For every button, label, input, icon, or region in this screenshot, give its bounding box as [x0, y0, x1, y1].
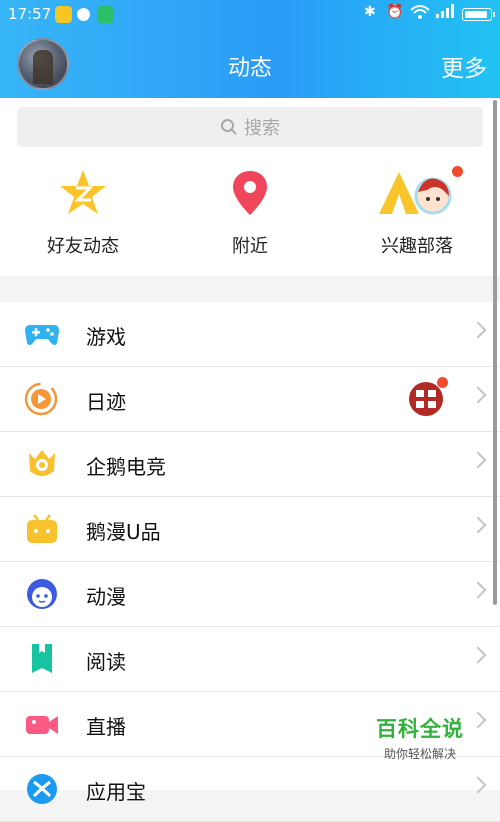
- chevron-right-icon: [469, 646, 487, 664]
- watermark: 百科全说 助你轻松解决: [376, 713, 464, 762]
- anime-face-icon: [27, 579, 57, 609]
- notification-wechat-icon: [97, 6, 114, 23]
- menu-item-label: 鹅漫U品: [86, 520, 161, 544]
- menu-item-esports[interactable]: 企鹅电竞: [0, 432, 500, 497]
- chevron-right-icon: [469, 451, 487, 469]
- section-divider: [0, 276, 500, 302]
- alarm-icon: ⏰: [386, 4, 404, 20]
- gamepad-icon: [25, 325, 59, 345]
- menu-item-label: 游戏: [86, 325, 126, 349]
- notification-chat-icon: [77, 8, 90, 21]
- notification-dot: [437, 377, 448, 388]
- quick-friends-feed[interactable]: 好友动态: [3, 168, 163, 258]
- quick-label: 附近: [232, 236, 268, 257]
- search-placeholder: 搜索: [244, 118, 280, 139]
- signal-icon: [436, 4, 454, 22]
- quick-label: 好友动态: [47, 236, 119, 257]
- status-time: 17:57: [8, 5, 52, 23]
- chevron-right-icon: [469, 711, 487, 729]
- menu-item-label: 直播: [86, 715, 126, 739]
- bluetooth-icon: ✱: [364, 4, 376, 20]
- tribe-tent-icon: [379, 172, 452, 215]
- menu-item-label: 动漫: [86, 585, 126, 609]
- watermark-subtitle: 助你轻松解决: [383, 747, 456, 761]
- qzone-star-icon: [60, 170, 106, 214]
- chevron-right-icon: [469, 386, 487, 404]
- top-header: 17:57 ✱ ⏰ 动态 更多: [0, 0, 500, 98]
- app-store-icon: [27, 774, 57, 804]
- book-icon: [32, 644, 52, 673]
- menu-item-reading[interactable]: 阅读: [0, 627, 500, 692]
- video-camera-icon: [26, 716, 58, 734]
- menu-item-label: 企鹅电竞: [86, 455, 166, 479]
- menu-item-anime[interactable]: 动漫: [0, 562, 500, 627]
- location-pin-icon: [233, 171, 267, 215]
- menu-item-game[interactable]: 游戏: [0, 302, 500, 367]
- menu-item-label: 应用宝: [86, 780, 146, 804]
- chevron-right-icon: [469, 516, 487, 534]
- page-title: 动态: [227, 56, 272, 81]
- menu-item-label: 日迹: [86, 390, 126, 414]
- chevron-right-icon: [469, 776, 487, 794]
- quick-interest-tribe[interactable]: 兴趣部落: [337, 166, 497, 258]
- wifi-icon: [410, 4, 430, 24]
- battery-icon: [462, 8, 495, 21]
- chevron-right-icon: [469, 581, 487, 599]
- main-content: 搜索 好友动态 附近 兴趣部落 游戏 日迹 企鹅电竞 鹅漫U品 动漫 阅读 直播…: [0, 98, 500, 822]
- play-circle-icon: [24, 382, 58, 416]
- menu-item-u-products[interactable]: 鹅漫U品: [0, 497, 500, 562]
- more-button[interactable]: 更多: [441, 49, 487, 83]
- watermark-title: 百科全说: [376, 717, 464, 741]
- menu-item-daily-trace[interactable]: 日迹: [0, 367, 500, 432]
- tv-box-icon: [27, 514, 57, 543]
- notification-app-icon: [55, 6, 72, 23]
- quick-nearby[interactable]: 附近: [170, 168, 330, 258]
- menu-item-label: 阅读: [86, 650, 126, 674]
- search-icon: [221, 119, 237, 135]
- chevron-right-icon: [469, 321, 487, 339]
- scrollbar[interactable]: [493, 100, 497, 605]
- quick-label: 兴趣部落: [381, 236, 453, 257]
- esports-crown-icon: [29, 450, 55, 476]
- notification-dot: [452, 166, 463, 177]
- search-bar[interactable]: 搜索: [17, 107, 483, 147]
- status-bar: 17:57 ✱ ⏰: [0, 0, 500, 30]
